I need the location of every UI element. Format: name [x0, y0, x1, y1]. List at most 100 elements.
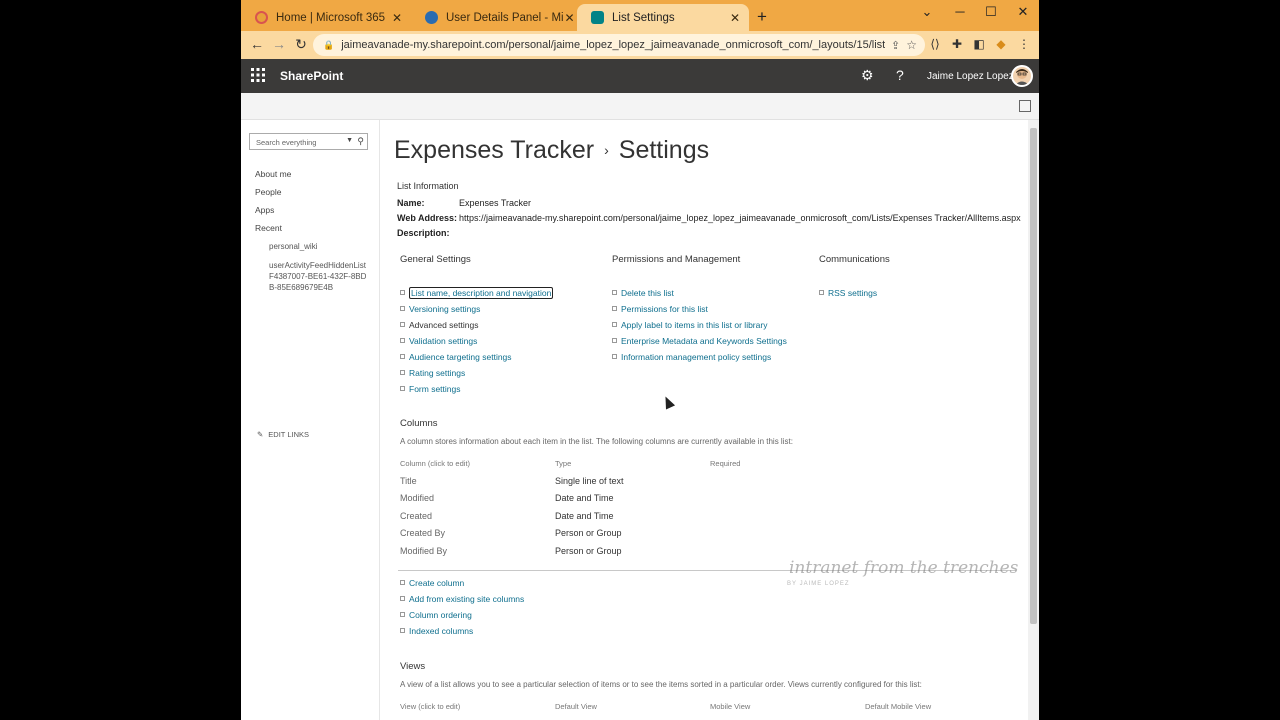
column-type: Single line of text [555, 476, 624, 486]
link-enterprise-metadata[interactable]: Enterprise Metadata and Keywords Setting… [612, 334, 787, 350]
permissions-links: Delete this list Permissions for this li… [612, 286, 787, 366]
close-window-icon[interactable]: ✕ [1013, 4, 1033, 20]
link-apply-label[interactable]: Apply label to items in this list or lib… [612, 318, 787, 334]
tab-strip: Home | Microsoft 365 ✕ User Details Pane… [241, 0, 1039, 31]
watermark-subtitle: BY JAIME LOPEZ [787, 581, 850, 587]
pencil-icon: ✎ [257, 430, 264, 439]
user-name[interactable]: Jaime Lopez Lopez [927, 71, 1014, 82]
general-settings-heading: General Settings [400, 254, 471, 265]
link-audience-targeting-settings[interactable]: Audience targeting settings [400, 350, 553, 366]
edit-links-button[interactable]: ✎ EDIT LINKS [257, 430, 309, 439]
column-name-link[interactable]: Modified [400, 493, 434, 503]
description-row: Description: [397, 228, 459, 238]
reload-icon[interactable]: ↻ [292, 36, 310, 53]
recent-item-personal-wiki[interactable]: personal_wiki [269, 241, 369, 252]
nav-item-recent[interactable]: Recent [255, 223, 282, 233]
close-icon[interactable]: ✕ [564, 11, 575, 25]
view-header-name: View (click to edit) [400, 702, 461, 711]
link-information-management-policy[interactable]: Information management policy settings [612, 350, 787, 366]
views-heading: Views [400, 661, 426, 672]
list-title-link[interactable]: Expenses Tracker [394, 136, 594, 164]
views-description: A view of a list allows you to see a par… [400, 680, 922, 689]
link-advanced-settings[interactable]: Advanced settings [400, 318, 553, 334]
close-icon[interactable]: ✕ [389, 11, 405, 25]
star-icon[interactable]: ☆ [906, 38, 917, 52]
sidepanel-icon[interactable]: ◧ [971, 37, 987, 51]
tab-title: List Settings [612, 11, 675, 24]
extension-code-icon[interactable]: ⟨⟩ [927, 37, 943, 51]
scrollbar-thumb[interactable] [1030, 128, 1037, 624]
link-rating-settings[interactable]: Rating settings [400, 366, 553, 382]
web-address-label: Web Address: [397, 213, 458, 223]
chevron-down-icon[interactable]: ▼ [346, 137, 353, 144]
view-header-default-mobile: Default Mobile View [865, 702, 932, 711]
nav-item-about-me[interactable]: About me [255, 169, 291, 179]
tab-user-details-panel[interactable]: User Details Panel - Microsoft 365 ✕ [411, 4, 581, 31]
columns-heading: Columns [400, 418, 438, 429]
general-settings-links: List name, description and navigation Ve… [400, 286, 554, 398]
page-title: Expenses Tracker › Settings [394, 136, 709, 165]
search-input[interactable]: Search everything ▼ ⚲ [249, 133, 368, 150]
column-name-link[interactable]: Title [400, 476, 417, 486]
column-header-name: Column (click to edit) [400, 459, 471, 468]
tab-list-settings[interactable]: List Settings ✕ [577, 4, 749, 31]
column-type: Date and Time [555, 493, 614, 503]
link-column-ordering[interactable]: Column ordering [400, 608, 524, 624]
recent-item-activity-feed-list[interactable]: userActivityFeedHiddenListF4387007-BE61-… [269, 260, 369, 293]
nav-item-people[interactable]: People [255, 187, 281, 197]
web-address-value: https://jaimeavanade-my.sharepoint.com/p… [459, 213, 1021, 223]
app-launcher-icon[interactable] [251, 68, 265, 82]
link-rss-settings[interactable]: RSS settings [819, 286, 877, 302]
focus-mode-icon[interactable] [1019, 100, 1031, 112]
nav-item-apps[interactable]: Apps [255, 205, 274, 215]
column-name-link[interactable]: Created By [400, 528, 445, 538]
column-header-type: Type [555, 459, 572, 468]
column-name-link[interactable]: Created [400, 511, 432, 521]
search-placeholder: Search everything [256, 138, 317, 147]
search-icon[interactable]: ⚲ [357, 136, 364, 147]
browser-window: Home | Microsoft 365 ✕ User Details Pane… [241, 0, 1039, 720]
tab-home-microsoft365[interactable]: Home | Microsoft 365 ✕ [241, 4, 411, 31]
column-name-link[interactable]: Modified By [400, 546, 447, 556]
link-indexed-columns[interactable]: Indexed columns [400, 624, 524, 640]
link-add-from-existing-site-columns[interactable]: Add from existing site columns [400, 592, 524, 608]
minimize-icon[interactable]: ─ [950, 4, 970, 19]
columns-description: A column stores information about each i… [400, 437, 793, 446]
link-permissions-for-this-list[interactable]: Permissions for this list [612, 302, 787, 318]
maximize-icon[interactable]: ☐ [981, 4, 1001, 20]
main-content: Expenses Tracker › Settings List Informati… [381, 120, 1029, 720]
microsoft365-favicon-icon [255, 11, 268, 24]
web-address-row: Web Address: https://jaimeavanade-my.shar… [397, 213, 1021, 223]
puzzle-icon[interactable]: ✚ [949, 37, 965, 51]
link-list-name-description-navigation[interactable]: List name, description and navigation [400, 286, 554, 302]
avatar[interactable] [1011, 65, 1033, 87]
name-value: Expenses Tracker [459, 198, 532, 208]
new-tab-button[interactable]: + [757, 7, 767, 27]
gear-icon[interactable]: ⚙ [861, 67, 874, 84]
close-icon[interactable]: ✕ [727, 11, 743, 25]
column-type: Date and Time [555, 511, 614, 521]
column-header-required: Required [710, 459, 741, 468]
left-navigation: Search everything ▼ ⚲ About me People Ap… [241, 120, 380, 720]
back-icon[interactable]: ← [248, 36, 266, 52]
link-validation-settings[interactable]: Validation settings [400, 334, 553, 350]
extension-icon[interactable]: ◆ [993, 37, 1009, 51]
address-bar[interactable]: 🔒 jaimeavanade-my.sharepoint.com/persona… [313, 34, 925, 56]
ribbon [241, 93, 1039, 120]
menu-icon[interactable]: ⋮ [1016, 37, 1032, 51]
chevron-down-icon[interactable]: ⌄ [917, 4, 937, 20]
link-create-column[interactable]: Create column [400, 576, 524, 592]
browser-toolbar: ← → ↻ 🔒 jaimeavanade-my.sharepoint.com/p… [241, 31, 1039, 59]
lock-icon: 🔒 [323, 39, 335, 50]
help-icon[interactable]: ? [896, 67, 904, 83]
link-form-settings[interactable]: Form settings [400, 382, 553, 398]
app-name[interactable]: SharePoint [280, 69, 343, 83]
scrollbar[interactable] [1028, 120, 1039, 720]
view-header-default: Default View [555, 702, 597, 711]
breadcrumb-separator: › [604, 142, 609, 158]
link-delete-this-list[interactable]: Delete this list [612, 286, 787, 302]
link-versioning-settings[interactable]: Versioning settings [400, 302, 553, 318]
forward-icon[interactable]: → [270, 36, 288, 52]
permissions-heading: Permissions and Management [612, 254, 741, 265]
share-icon[interactable]: ⇪ [891, 39, 900, 52]
